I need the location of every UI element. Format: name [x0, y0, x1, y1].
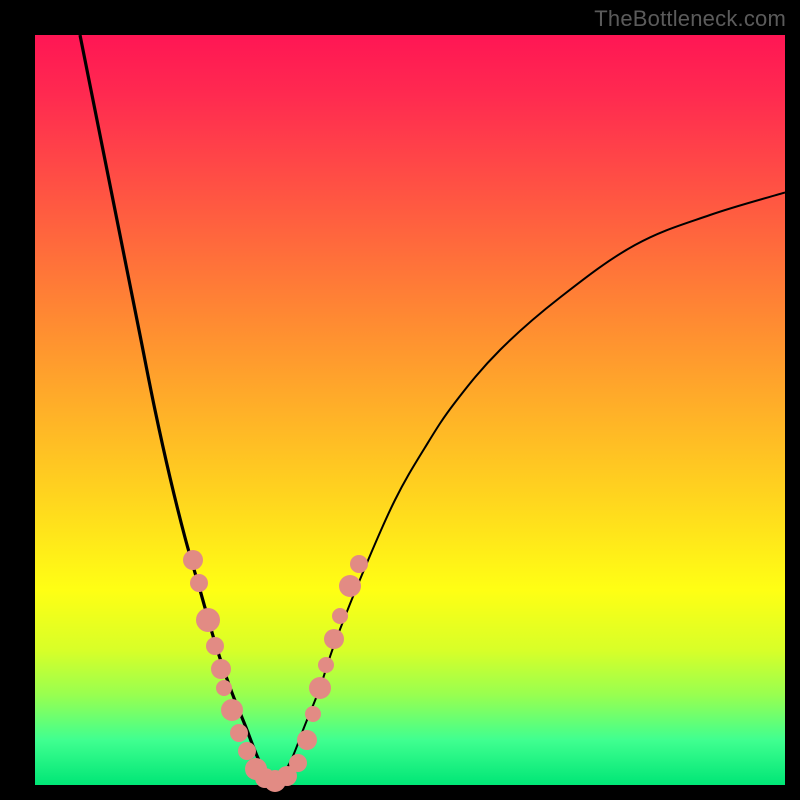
data-point — [221, 699, 243, 721]
data-point — [318, 657, 334, 673]
data-point — [324, 629, 344, 649]
data-point — [196, 608, 220, 632]
curve-right — [275, 193, 785, 786]
curves-svg — [35, 35, 785, 785]
data-point — [305, 706, 321, 722]
data-point — [230, 724, 248, 742]
data-point — [190, 574, 208, 592]
data-point — [309, 677, 331, 699]
data-point — [206, 637, 224, 655]
data-point — [297, 730, 317, 750]
data-point — [211, 659, 231, 679]
data-point — [289, 754, 307, 772]
data-point — [332, 608, 348, 624]
watermark: TheBottleneck.com — [594, 6, 786, 32]
chart-frame: TheBottleneck.com — [0, 0, 800, 800]
data-point — [183, 550, 203, 570]
curve-left — [80, 35, 275, 785]
data-point — [339, 575, 361, 597]
data-point — [350, 555, 368, 573]
plot-area — [35, 35, 785, 785]
data-point — [216, 680, 232, 696]
